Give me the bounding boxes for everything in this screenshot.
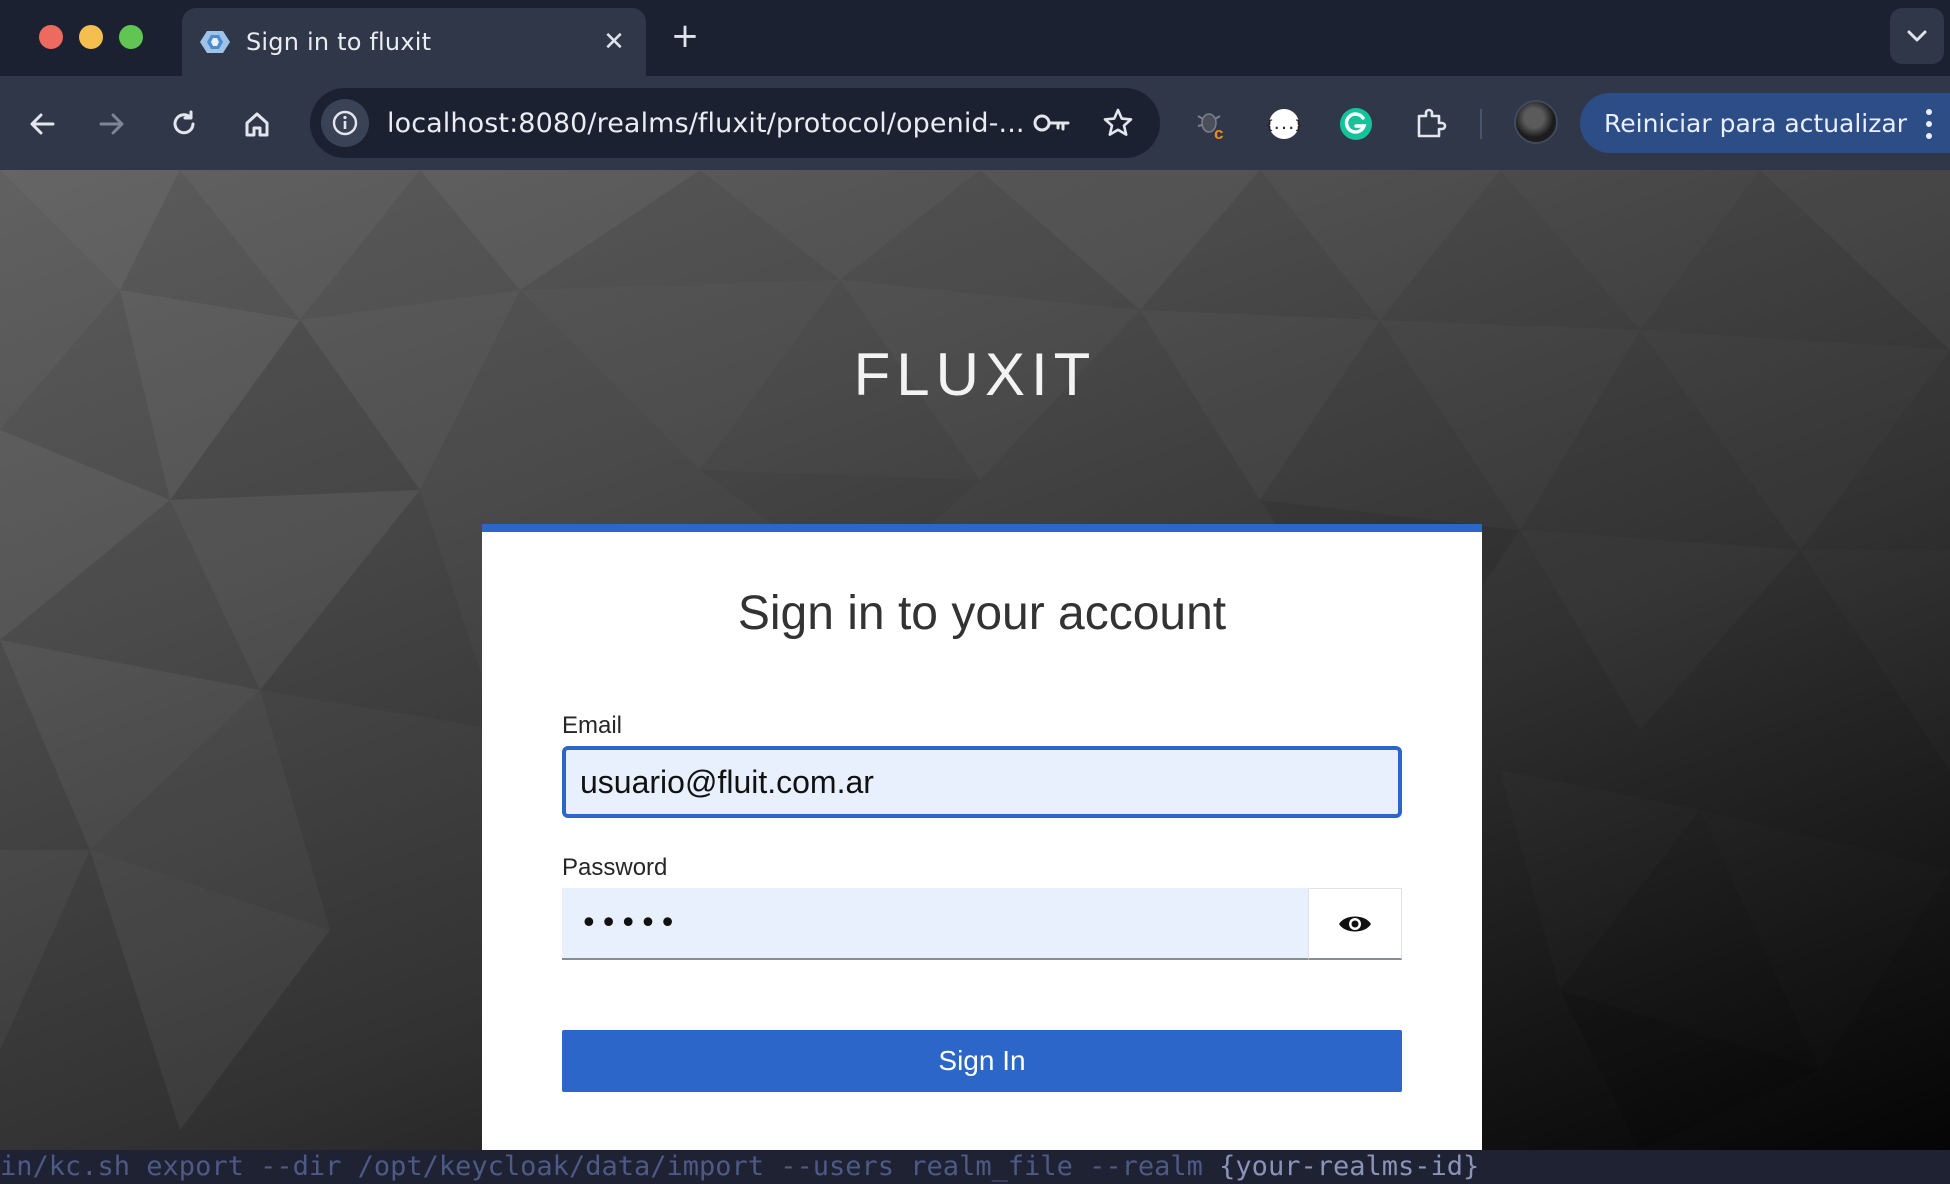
- terminal-command-line: in/kc.sh export --dir /opt/keycloak/data…: [0, 1150, 1950, 1184]
- home-icon[interactable]: [233, 100, 281, 148]
- window-zoom-button[interactable]: [119, 25, 143, 49]
- new-tab-button[interactable]: +: [665, 14, 705, 58]
- grammarly-extension-icon[interactable]: [1332, 100, 1380, 148]
- tab-title: Sign in to fluxit: [246, 28, 432, 56]
- login-page: FLUXIT Sign in to your account Email Pas…: [0, 170, 1950, 1150]
- json-extension-icon[interactable]: {...}: [1260, 100, 1308, 148]
- svg-text:{...}: {...}: [1267, 118, 1301, 132]
- email-field[interactable]: [562, 746, 1402, 818]
- restart-to-update-button[interactable]: Reiniciar para actualizar: [1580, 93, 1950, 153]
- tab-close-icon[interactable]: ✕: [594, 22, 634, 62]
- toolbar-separator: [1480, 109, 1482, 139]
- back-arrow-icon[interactable]: [18, 100, 66, 148]
- tab-sign-in[interactable]: Sign in to fluxit ✕: [182, 8, 646, 76]
- extensions-puzzle-icon[interactable]: [1406, 100, 1454, 148]
- reload-icon[interactable]: [160, 100, 208, 148]
- restart-to-update-label: Reiniciar para actualizar: [1604, 108, 1907, 138]
- profile-avatar[interactable]: [1514, 100, 1558, 144]
- tab-search-chevron-icon[interactable]: [1890, 8, 1944, 64]
- url-text[interactable]: localhost:8080/realms/fluxit/protocol/op…: [387, 108, 1028, 139]
- bug-extension-icon[interactable]: c: [1188, 100, 1236, 148]
- address-bar[interactable]: localhost:8080/realms/fluxit/protocol/op…: [310, 88, 1160, 158]
- terminal-argument-text: {your-realms-id}: [1219, 1151, 1480, 1182]
- browser-tabstrip: Sign in to fluxit ✕ +: [0, 0, 1950, 76]
- password-key-icon[interactable]: [1028, 99, 1076, 147]
- show-password-eye-icon[interactable]: [1308, 888, 1402, 960]
- browser-toolbar: localhost:8080/realms/fluxit/protocol/op…: [0, 76, 1950, 170]
- password-label: Password: [562, 854, 668, 881]
- keycloak-favicon-icon: [198, 29, 232, 55]
- login-heading: Sign in to your account: [737, 587, 1227, 640]
- window-minimize-button[interactable]: [79, 25, 103, 49]
- bookmark-star-icon[interactable]: [1094, 99, 1142, 147]
- password-group: [562, 888, 1402, 960]
- sign-in-button[interactable]: Sign In: [562, 1030, 1402, 1092]
- realm-brand-title: FLUXIT: [853, 341, 1097, 408]
- more-menu-icon[interactable]: [1926, 109, 1932, 139]
- password-field[interactable]: [562, 888, 1308, 960]
- terminal-command-text: in/kc.sh export --dir /opt/keycloak/data…: [0, 1151, 1203, 1182]
- site-info-icon[interactable]: [321, 99, 369, 147]
- forward-arrow-icon[interactable]: [88, 100, 136, 148]
- login-card: Sign in to your account Email Password S…: [482, 524, 1482, 1150]
- email-label: Email: [562, 712, 623, 739]
- window-close-button[interactable]: [39, 25, 63, 49]
- svg-text:c: c: [1214, 124, 1223, 142]
